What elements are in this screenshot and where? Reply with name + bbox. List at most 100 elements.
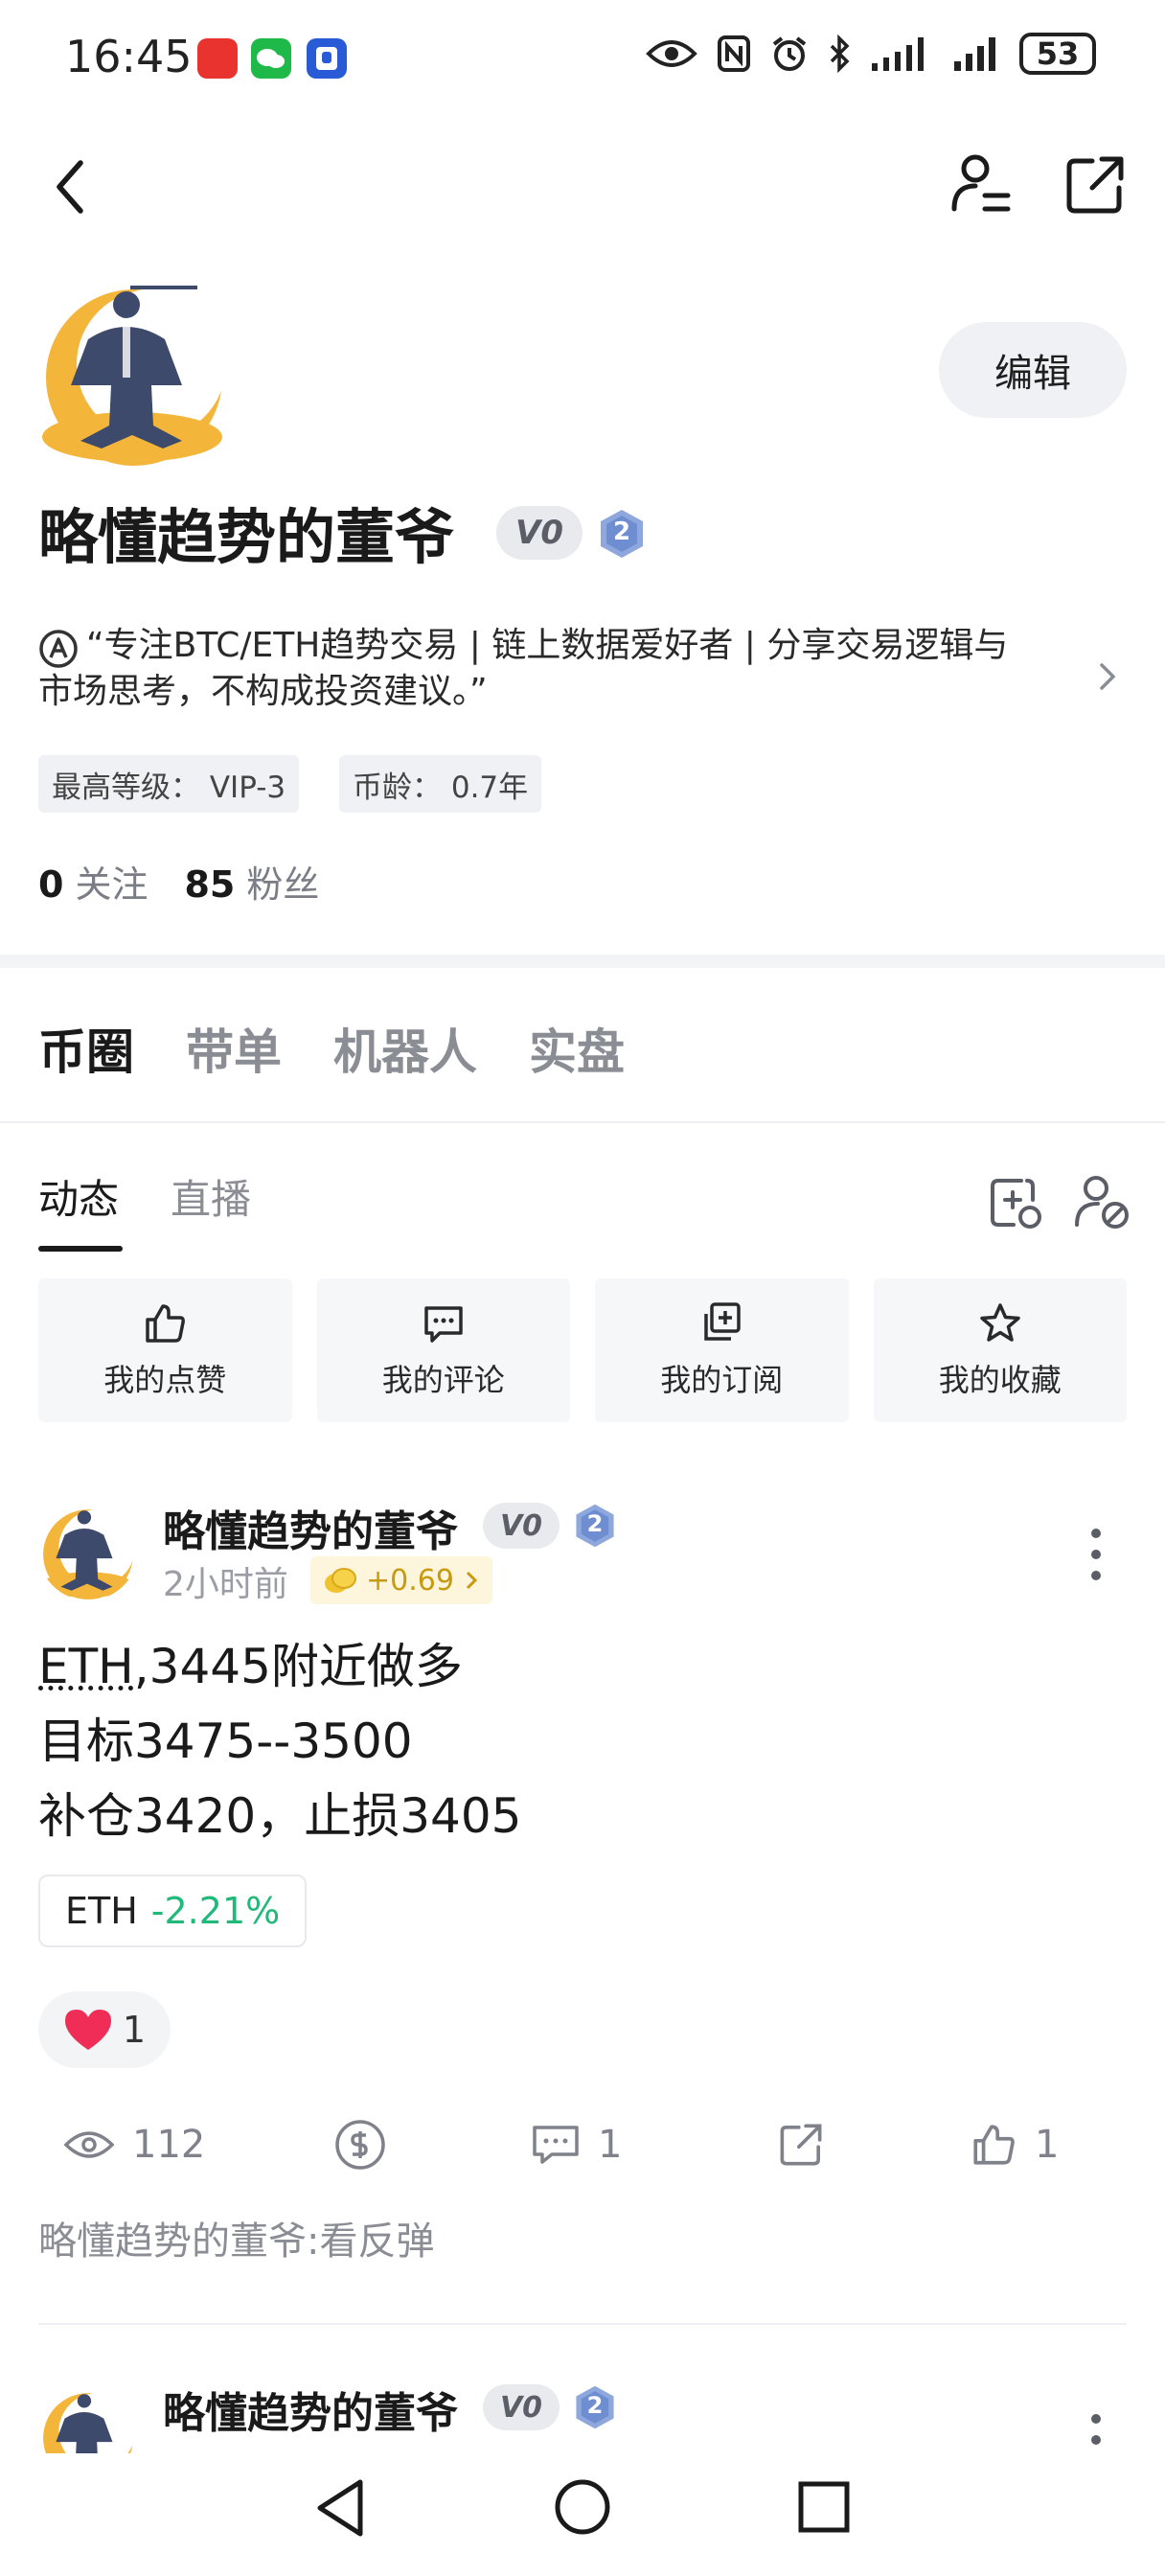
alarm-icon [772, 36, 807, 71]
vip-badge: V0 [496, 506, 582, 560]
share-icon [780, 2124, 822, 2166]
tab-copy-trading[interactable]: 带单 [186, 1014, 282, 1083]
nav-back-icon[interactable] [312, 2476, 370, 2540]
tab-coin-circle[interactable]: 币圈 [38, 1014, 134, 1083]
comment-button[interactable]: 1 [531, 2106, 622, 2183]
star-icon [980, 1303, 1020, 1342]
tab-divider [0, 1121, 1165, 1123]
tab-live-trading[interactable]: 实盘 [529, 1014, 625, 1083]
battery-icon: 53 [1019, 33, 1096, 75]
quick-actions: 我的点赞 我的评论 我的订阅 我的收藏 [38, 1278, 1127, 1422]
tip-button[interactable] [333, 2106, 387, 2183]
main-tabs: 币圈 带单 机器人 实盘 [38, 1014, 625, 1083]
followers-stat[interactable]: 85 粉丝 [184, 855, 319, 908]
my-likes-label: 我的点赞 [103, 1362, 227, 1398]
ticker-chip[interactable]: ETH -2.21% [38, 1874, 308, 1947]
bluetooth-icon [830, 34, 850, 73]
active-tab-indicator [38, 1246, 123, 1252]
my-subscriptions-button[interactable]: 我的订阅 [595, 1278, 849, 1422]
post-author-name[interactable]: 略懂趋势的董爷 [163, 1497, 458, 1558]
post-vip-badge: V0 [483, 1503, 560, 1549]
subscribe-icon [704, 1302, 741, 1341]
post-level-badge: 2 [573, 1503, 617, 1549]
tip-coin-icon [335, 2120, 385, 2170]
post-ticker-link[interactable]: ETH [38, 1639, 134, 1694]
nav-recents-icon[interactable] [795, 2478, 853, 2536]
coin-icon [325, 1568, 356, 1593]
views-count: 112 [132, 2123, 206, 2167]
more-icon[interactable] [1086, 1526, 1106, 1583]
post-vip-badge: V0 [483, 2384, 560, 2430]
eye-icon [63, 2131, 115, 2158]
ticker-change: -2.21% [150, 1890, 281, 1932]
my-comments-label: 我的评论 [381, 1362, 505, 1398]
comment-icon [424, 1306, 463, 1343]
huawei-app-icon [197, 38, 238, 79]
my-subscriptions-label: 我的订阅 [660, 1362, 784, 1398]
wechat-icon [251, 38, 291, 79]
nav-home-icon[interactable] [552, 2476, 613, 2538]
post-author-avatar[interactable] [38, 1501, 138, 1600]
eye-icon [646, 40, 697, 67]
likes-count: 1 [1035, 2123, 1060, 2167]
post-body: ETH,3445附近做多 目标3475--3500 补仓3420，止损3405 [38, 1629, 522, 1853]
coin-reward-value: +0.69 [366, 1563, 454, 1598]
post-body-line2: 目标3475--3500 [38, 1714, 413, 1769]
my-favorites-label: 我的收藏 [938, 1362, 1062, 1398]
views-stat: 112 [63, 2106, 205, 2183]
post-add-icon[interactable] [987, 1173, 1044, 1230]
signal-icon [954, 37, 995, 71]
calendar-app-icon [307, 38, 347, 79]
like-button[interactable]: 1 [970, 2106, 1059, 2183]
thumbs-up-icon [973, 2125, 1015, 2165]
level-badge: 2 [598, 508, 646, 560]
post-time: 2小时前 [163, 1565, 288, 1604]
bio-text[interactable]: “专注BTC/ETH趋势交易 | 链上数据爱好者 | 分享交易逻辑与市场思考，不… [38, 623, 1035, 715]
avatar[interactable] [38, 272, 230, 468]
my-comments-button[interactable]: 我的评论 [316, 1278, 570, 1422]
status-icons: 53 [646, 33, 1096, 75]
level-number: 2 [612, 518, 631, 546]
share-icon[interactable] [1063, 153, 1127, 217]
edit-button[interactable]: 编辑 [939, 322, 1127, 418]
post-divider [38, 2323, 1127, 2325]
tab-bots[interactable]: 机器人 [333, 1014, 477, 1083]
system-nav-bar [0, 2453, 1165, 2576]
post-share-button[interactable] [778, 2106, 824, 2183]
following-stat[interactable]: 0 关注 [38, 855, 148, 908]
my-favorites-button[interactable]: 我的收藏 [873, 1278, 1127, 1422]
status-time: 16:45 [65, 31, 193, 82]
signal-icon [872, 37, 924, 71]
tab-activity[interactable]: 动态 [38, 1167, 119, 1226]
post-author-name[interactable]: 略懂趋势的董爷 [163, 2379, 458, 2440]
reaction-count: 1 [122, 2009, 147, 2051]
ticker-symbol: ETH [65, 1890, 138, 1932]
comments-count: 1 [598, 2123, 623, 2167]
profile-page: 16:45 53 编辑 略懂趋势的董爷 V0 2 “专注BTC/ETH趋势交易 … [0, 0, 1165, 2576]
my-likes-button[interactable]: 我的点赞 [38, 1278, 292, 1422]
comment-icon [533, 2126, 579, 2164]
follow-stats: 0 关注 85 粉丝 [38, 855, 319, 908]
tag-coin-age: 币龄： 0.7年 [339, 755, 542, 813]
heart-icon [64, 2010, 111, 2050]
user-block-icon[interactable] [1073, 1173, 1131, 1230]
user-settings-icon[interactable] [948, 151, 1016, 218]
post-level-number: 2 [586, 2392, 604, 2419]
back-icon[interactable] [46, 153, 94, 220]
sub-tabs: 动态 直播 [38, 1167, 251, 1226]
coin-reward-tag[interactable]: +0.69 [310, 1556, 492, 1604]
thumbs-up-icon [146, 1304, 186, 1343]
post-body-line3: 补仓3420，止损3405 [38, 1788, 522, 1844]
profile-name: 略懂趋势的董爷 [38, 502, 455, 572]
section-divider [0, 954, 1165, 968]
nfc-icon [718, 35, 750, 72]
comment-preview[interactable]: 略懂趋势的董爷:看反弹 [38, 2210, 434, 2266]
chevron-right-icon[interactable] [1092, 657, 1121, 696]
tag-max-level: 最高等级： VIP-3 [38, 755, 300, 813]
tab-live[interactable]: 直播 [171, 1167, 251, 1226]
post-level-badge: 2 [573, 2384, 617, 2430]
post-body-line1: ,3445附近做多 [133, 1639, 463, 1694]
chevron-right-icon [466, 1571, 478, 1590]
heart-reaction[interactable]: 1 [38, 1991, 171, 2068]
post-level-number: 2 [586, 1510, 604, 1537]
